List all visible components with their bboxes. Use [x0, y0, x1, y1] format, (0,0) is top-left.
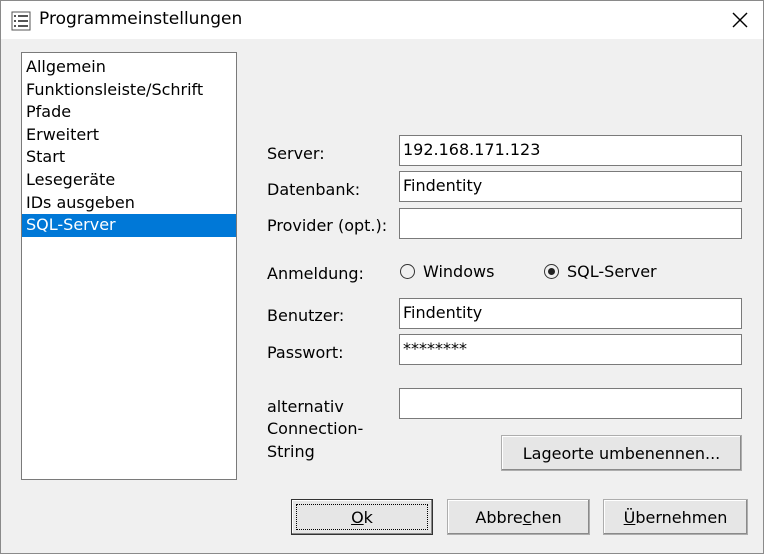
settings-dialog: Programmeinstellungen Allgemein Funktions…	[0, 0, 764, 554]
user-input[interactable]: Findentity	[399, 298, 742, 329]
password-input[interactable]: ********	[399, 334, 742, 365]
login-sql-label: SQL-Server	[567, 262, 657, 281]
database-label: Datenbank:	[267, 180, 361, 199]
provider-label: Provider (opt.):	[267, 216, 388, 235]
settings-category-list[interactable]: Allgemein Funktionsleiste/Schrift Pfade Erw…	[21, 52, 237, 480]
alt-connection-input[interactable]	[399, 388, 742, 419]
ok-button[interactable]: Ok	[291, 499, 433, 535]
close-icon	[732, 12, 748, 28]
login-windows-label: Windows	[423, 262, 495, 281]
login-label: Anmeldung:	[267, 264, 364, 283]
alt-connection-label-line3: String	[267, 442, 315, 461]
nav-item-lesegeräte[interactable]: Lesegeräte	[22, 169, 236, 192]
radio-unchecked-icon	[400, 264, 415, 279]
user-label: Benutzer:	[267, 306, 345, 325]
nav-item-ids-ausgeben[interactable]: IDs ausgeben	[22, 192, 236, 215]
radio-checked-icon	[544, 264, 559, 279]
server-label: Server:	[267, 144, 325, 163]
password-label: Passwort:	[267, 343, 344, 362]
window-title: Programmeinstellungen	[39, 9, 243, 29]
nav-item-sql-server[interactable]: SQL-Server	[22, 214, 236, 237]
cancel-button[interactable]: Abbrechen	[447, 499, 590, 535]
nav-item-erweitert[interactable]: Erweitert	[22, 124, 236, 147]
app-list-icon	[11, 11, 31, 31]
nav-item-funktionsleiste-schrift[interactable]: Funktionsleiste/Schrift	[22, 79, 236, 102]
apply-label: Übernehmen	[623, 507, 728, 527]
close-button[interactable]	[717, 1, 763, 39]
alt-connection-label-line2: Connection-	[267, 419, 364, 438]
nav-item-allgemein[interactable]: Allgemein	[22, 56, 236, 79]
title-bar: Programmeinstellungen	[1, 1, 763, 39]
apply-button[interactable]: Übernehmen	[603, 499, 748, 535]
alt-connection-label-line1: alternativ	[267, 397, 344, 416]
provider-input[interactable]	[399, 208, 742, 239]
cancel-label: Abbrechen	[475, 507, 562, 527]
login-windows-radio[interactable]: Windows	[400, 262, 494, 281]
login-sql-radio[interactable]: SQL-Server	[544, 262, 657, 281]
database-input[interactable]: Findentity	[399, 171, 742, 202]
server-input[interactable]: 192.168.171.123	[399, 135, 742, 166]
rename-locations-label: Lageorte umbenennen...	[522, 443, 721, 463]
rename-locations-button[interactable]: Lageorte umbenennen...	[501, 435, 742, 471]
nav-item-start[interactable]: Start	[22, 146, 236, 169]
nav-item-pfade[interactable]: Pfade	[22, 101, 236, 124]
